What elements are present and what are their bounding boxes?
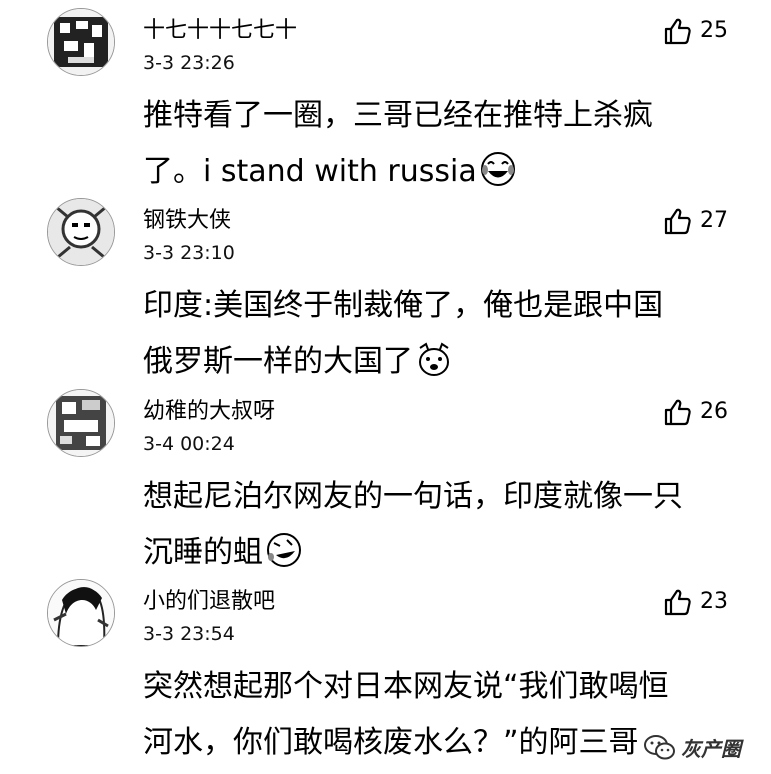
comment-text: 推特看了一圈，三哥已经在推特上杀疯 了。i stand with russia: [143, 88, 733, 200]
comment-line: 想起尼泊尔网友的一句话，印度就像一只: [143, 479, 683, 514]
timestamp: 3-3 23:26: [143, 52, 235, 74]
username[interactable]: 钢铁大侠: [143, 208, 231, 234]
watermark: 灰产圈: [639, 729, 747, 766]
like-button[interactable]: 23: [662, 587, 728, 617]
comment-line: 推特看了一圈，三哥已经在推特上杀疯: [143, 98, 653, 133]
comment-line: 印度:美国终于制裁俺了，俺也是跟中国: [143, 288, 664, 323]
thumbs-up-icon: [662, 206, 692, 236]
comment-line-with-emoji: 了。i stand with russia: [143, 144, 733, 200]
doge-emoji: [415, 340, 453, 378]
comment-line: 沉睡的蛆: [143, 535, 263, 570]
avatar[interactable]: [47, 579, 115, 647]
comment-text: 印度:美国终于制裁俺了，俺也是跟中国 俄罗斯一样的大国了: [143, 278, 733, 390]
username[interactable]: 幼稚的大叔呀: [143, 399, 275, 425]
timestamp: 3-3 23:54: [143, 623, 235, 645]
thumbs-up-icon: [662, 397, 692, 427]
thumbs-up-icon: [662, 16, 692, 46]
like-count: 25: [700, 18, 728, 43]
watermark-text: 灰产圈: [681, 737, 741, 761]
like-count: 26: [700, 399, 728, 424]
like-button[interactable]: 27: [662, 206, 728, 236]
avatar[interactable]: [47, 389, 115, 457]
comment-line: 了。i stand with russia: [143, 154, 477, 189]
comment-line-with-emoji: 俄罗斯一样的大国了: [143, 334, 733, 390]
tilted-laughing-emoji: [265, 531, 303, 569]
like-count: 23: [700, 589, 728, 614]
like-button[interactable]: 25: [662, 16, 728, 46]
like-count: 27: [700, 208, 728, 233]
comment-text: 想起尼泊尔网友的一句话，印度就像一只 沉睡的蛆: [143, 469, 733, 581]
username[interactable]: 小的们退散吧: [143, 589, 275, 615]
avatar[interactable]: [47, 8, 115, 76]
comment-line: 俄罗斯一样的大国了: [143, 344, 413, 379]
wechat-icon: [643, 734, 677, 762]
username[interactable]: 十七十十七七十: [143, 18, 297, 44]
timestamp: 3-3 23:10: [143, 242, 235, 264]
avatar[interactable]: [47, 198, 115, 266]
thumbs-up-icon: [662, 587, 692, 617]
like-button[interactable]: 26: [662, 397, 728, 427]
timestamp: 3-4 00:24: [143, 433, 235, 455]
comment-line-with-emoji: 沉睡的蛆: [143, 525, 733, 581]
laughing-tears-emoji: [479, 150, 517, 188]
comment-line: 突然想起那个对日本网友说“我们敢喝恒: [143, 669, 669, 704]
